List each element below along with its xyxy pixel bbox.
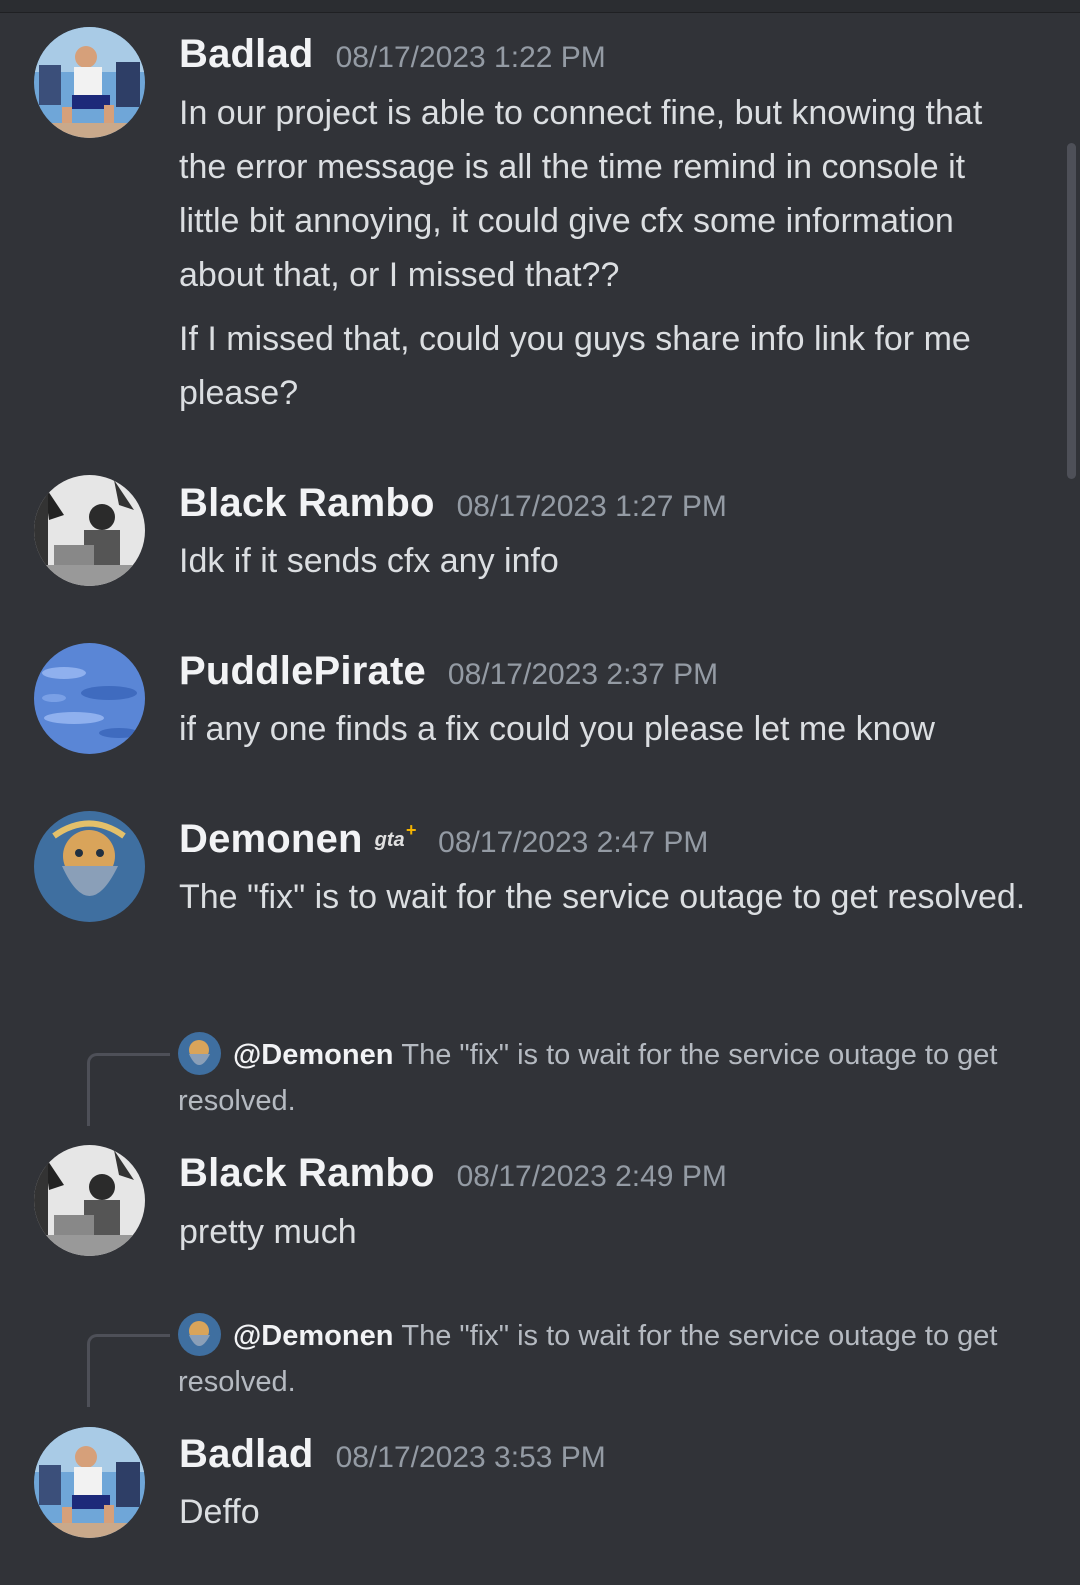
message-text: if any one finds a fix could you please … [179,710,935,748]
timestamp: 08/17/2023 1:22 PM [335,41,606,74]
reply-text: @Demonen The "fix" is to wait for the ser… [178,1313,1028,1405]
timestamp: 08/17/2023 1:27 PM [456,490,727,523]
username[interactable]: Badlad [179,32,314,76]
scrollbar-thumb[interactable] [1067,143,1076,479]
avatar[interactable] [34,1145,145,1256]
message-header: Badlad 08/17/2023 3:53 PM [179,1432,606,1477]
message-header: Demonen gta+ 08/17/2023 2:47 PM [179,817,708,862]
avatar[interactable] [34,27,145,138]
username[interactable]: Badlad [179,1432,314,1476]
reply-text: @Demonen The "fix" is to wait for the ser… [178,1032,1028,1124]
avatar[interactable] [34,475,145,586]
plus-icon: + [405,820,417,840]
badge-text: gta [374,829,405,851]
username[interactable]: Demonen [179,817,363,861]
message-header: PuddlePirate 08/17/2023 2:37 PM [179,649,718,694]
avatar[interactable] [34,1427,145,1538]
reply-spine [87,1334,170,1407]
username[interactable]: Black Rambo [179,481,435,525]
timestamp: 08/17/2023 2:37 PM [447,658,719,691]
timestamp: 08/17/2023 2:47 PM [438,826,709,859]
avatar[interactable] [34,643,145,754]
message-text: If I missed that, could you guys share i… [179,320,971,412]
message-header: Black Rambo 08/17/2023 2:49 PM [179,1151,727,1196]
top-bar [0,0,1080,13]
message-text: The "fix" is to wait for the service out… [179,878,1026,916]
message-text: In our project is able to connect fine, … [179,94,983,294]
reply-mention[interactable]: @Demonen [233,1320,393,1352]
avatar[interactable] [34,811,145,922]
message-text: Idk if it sends cfx any info [179,542,559,580]
timestamp: 08/17/2023 2:49 PM [456,1160,727,1193]
gta-plus-icon: gta+ [375,820,417,852]
username[interactable]: PuddlePirate [179,649,426,693]
message-header: Black Rambo 08/17/2023 1:27 PM [179,481,727,526]
reply-spine [87,1053,170,1126]
message-text: Deffo [179,1493,260,1531]
username[interactable]: Black Rambo [179,1151,435,1195]
message-header: Badlad 08/17/2023 1:22 PM [179,32,606,77]
timestamp: 08/17/2023 3:53 PM [335,1441,606,1474]
reply-mention[interactable]: @Demonen [233,1039,393,1071]
message-text: pretty much [179,1213,357,1251]
